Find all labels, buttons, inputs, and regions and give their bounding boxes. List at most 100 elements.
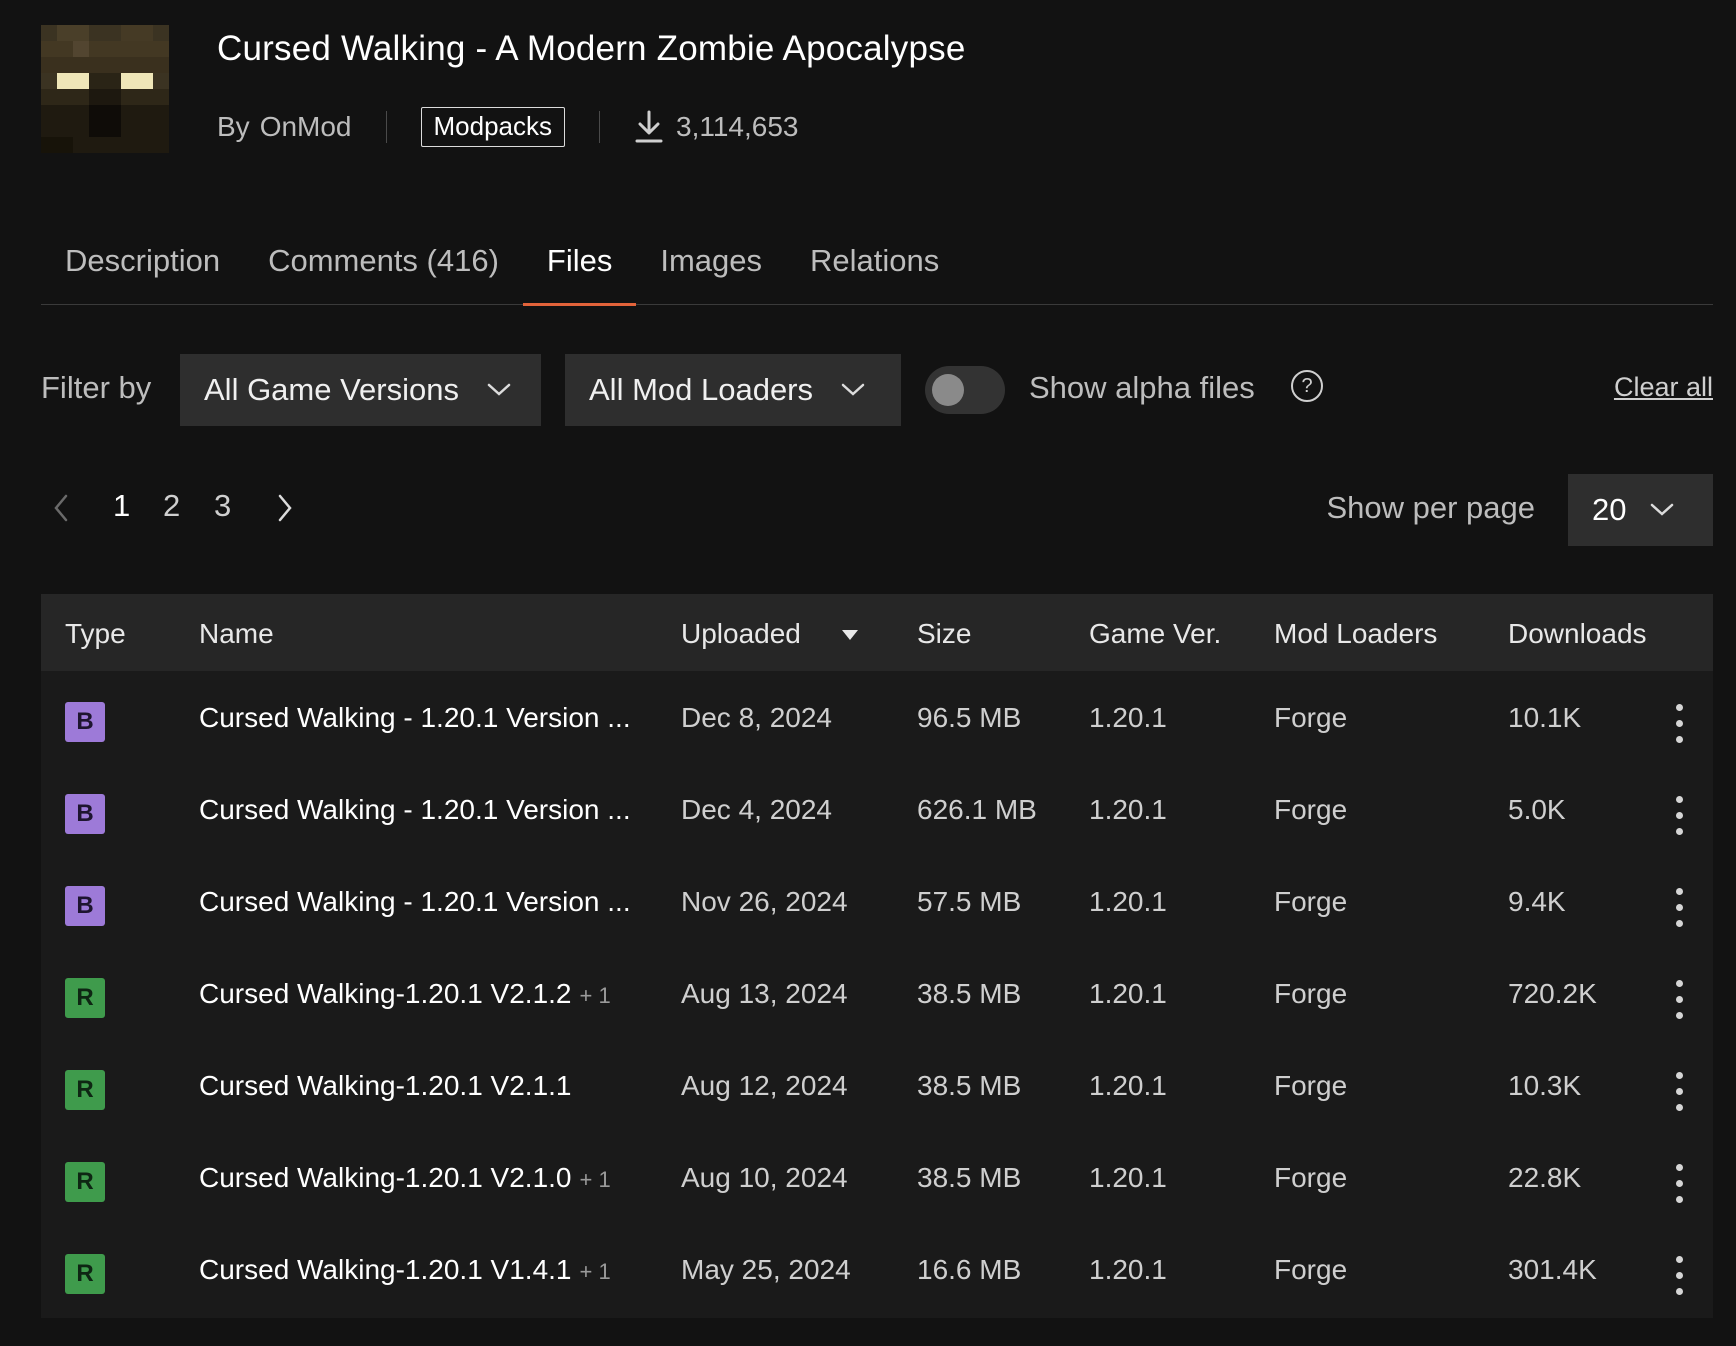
file-name-link[interactable]: Cursed Walking - 1.20.1 Version ... [199,886,631,918]
menu-dot [1676,1072,1683,1079]
table-row[interactable]: B Cursed Walking - 1.20.1 Version ... Dec … [41,766,1713,858]
game-version: 1.20.1 [1089,1070,1167,1101]
tab-description[interactable]: Description [41,225,244,305]
filter-label: Filter by [41,370,152,405]
author-link[interactable]: OnMod [260,111,352,143]
file-downloads: 22.8K [1508,1162,1582,1193]
tab-relations[interactable]: Relations [786,225,963,305]
mod-loader: Forge [1274,1254,1348,1285]
table-row[interactable]: R Cursed Walking-1.20.1 V2.1.0 + 1 Aug 10, … [41,1134,1713,1226]
file-downloads: 10.3K [1508,1070,1582,1101]
menu-dot [1676,904,1683,911]
sort-desc-icon[interactable] [841,628,859,646]
extra-versions-count: + 1 [579,1167,611,1192]
file-size: 38.5 MB [917,1070,1022,1101]
mod-loader: Forge [1274,1162,1348,1193]
filter-bar: Filter by All Game Versions All Mod Load… [41,354,1713,426]
file-name: Cursed Walking-1.20.1 V2.1.2 [199,978,572,1009]
mod-loader: Forge [1274,702,1348,733]
mod-loader: Forge [1274,886,1348,917]
table-row[interactable]: B Cursed Walking - 1.20.1 Version ... Nov … [41,858,1713,950]
category-tag[interactable]: Modpacks [420,107,566,147]
game-version-select[interactable]: All Game Versions [180,354,541,426]
kebab-menu-icon[interactable] [1671,1164,1687,1204]
chevron-down-icon [841,383,865,397]
per-page-label: Show per page [1326,490,1535,525]
file-size: 38.5 MB [917,978,1022,1009]
file-name-link[interactable]: Cursed Walking-1.20.1 V1.4.1 + 1 [199,1254,611,1286]
tab-images[interactable]: Images [636,225,786,305]
file-name-link[interactable]: Cursed Walking - 1.20.1 Version ... [199,794,631,826]
menu-dot [1676,920,1683,927]
tab-files[interactable]: Files [522,225,637,306]
header-uploaded[interactable]: Uploaded [681,618,801,650]
page-3[interactable]: 3 [214,488,231,524]
table-row[interactable]: R Cursed Walking-1.20.1 V1.4.1 + 1 May 25, … [41,1226,1713,1318]
table-row[interactable]: B Cursed Walking - 1.20.1 Version ... Dec … [41,674,1713,766]
kebab-menu-icon[interactable] [1671,1072,1687,1112]
extra-versions-count: + 1 [579,1259,611,1284]
file-size: 57.5 MB [917,886,1022,917]
mod-loader-select[interactable]: All Mod Loaders [565,354,901,426]
upload-date: Aug 12, 2024 [681,1070,848,1101]
table-row[interactable]: R Cursed Walking-1.20.1 V2.1.2 + 1 Aug 13, … [41,950,1713,1042]
table-row[interactable]: R Cursed Walking-1.20.1 V2.1.1 Aug 12, 202… [41,1042,1713,1134]
kebab-menu-icon[interactable] [1671,704,1687,744]
alpha-files-toggle[interactable] [925,366,1005,414]
mod-loader: Forge [1274,794,1348,825]
file-name: Cursed Walking-1.20.1 V2.1.0 [199,1162,572,1193]
kebab-menu-icon[interactable] [1671,796,1687,836]
kebab-menu-icon[interactable] [1671,980,1687,1020]
file-size: 38.5 MB [917,1162,1022,1193]
menu-dot [1676,796,1683,803]
file-name-link[interactable]: Cursed Walking-1.20.1 V2.1.1 [199,1070,572,1102]
game-version: 1.20.1 [1089,1162,1167,1193]
download-icon [634,110,664,144]
menu-dot [1676,720,1683,727]
release-badge: R [65,978,105,1018]
files-table: Type Name Uploaded Size Game Ver. Mod Lo… [41,594,1713,1318]
meta-divider [385,111,387,143]
kebab-menu-icon[interactable] [1671,1256,1687,1296]
chevron-left-icon[interactable] [53,494,69,527]
beta-badge: B [65,886,105,926]
menu-dot [1676,812,1683,819]
project-avatar [41,25,169,153]
file-downloads: 10.1K [1508,702,1582,733]
menu-dot [1676,1104,1683,1111]
game-version: 1.20.1 [1089,886,1167,917]
upload-date: Aug 13, 2024 [681,978,848,1009]
file-name: Cursed Walking-1.20.1 V1.4.1 [199,1254,572,1285]
menu-dot [1676,1272,1683,1279]
header-downloads[interactable]: Downloads [1508,618,1647,650]
file-name-link[interactable]: Cursed Walking-1.20.1 V2.1.0 + 1 [199,1162,611,1194]
table-body: B Cursed Walking - 1.20.1 Version ... Dec … [41,674,1713,1318]
game-version: 1.20.1 [1089,702,1167,733]
tab-comments[interactable]: Comments (416) [244,225,523,305]
page-1[interactable]: 1 [113,488,130,524]
file-name-link[interactable]: Cursed Walking-1.20.1 V2.1.2 + 1 [199,978,611,1010]
menu-dot [1676,1088,1683,1095]
project-title: Cursed Walking - A Modern Zombie Apocaly… [217,29,966,68]
file-name-link[interactable]: Cursed Walking - 1.20.1 Version ... [199,702,631,734]
page-2[interactable]: 2 [163,488,180,524]
by-label: By [217,111,250,142]
header-game-ver[interactable]: Game Ver. [1089,618,1221,650]
meta-divider [599,111,601,143]
kebab-menu-icon[interactable] [1671,888,1687,928]
clear-all-link[interactable]: Clear all [1614,372,1713,403]
per-page-value: 20 [1592,492,1627,527]
mod-loader: Forge [1274,1070,1348,1101]
game-version: 1.20.1 [1089,978,1167,1009]
menu-dot [1676,1164,1683,1171]
header-name[interactable]: Name [199,618,274,650]
menu-dot [1676,980,1683,987]
file-name: Cursed Walking - 1.20.1 Version ... [199,702,631,733]
upload-date: Nov 26, 2024 [681,886,848,917]
header-size[interactable]: Size [917,618,971,650]
chevron-down-icon [1650,503,1674,517]
tab-bar: Description Comments (416) Files Images … [41,225,1713,306]
help-circle-icon[interactable]: ? [1291,370,1323,402]
chevron-right-icon[interactable] [277,494,293,527]
per-page-select[interactable]: 20 [1568,474,1713,546]
